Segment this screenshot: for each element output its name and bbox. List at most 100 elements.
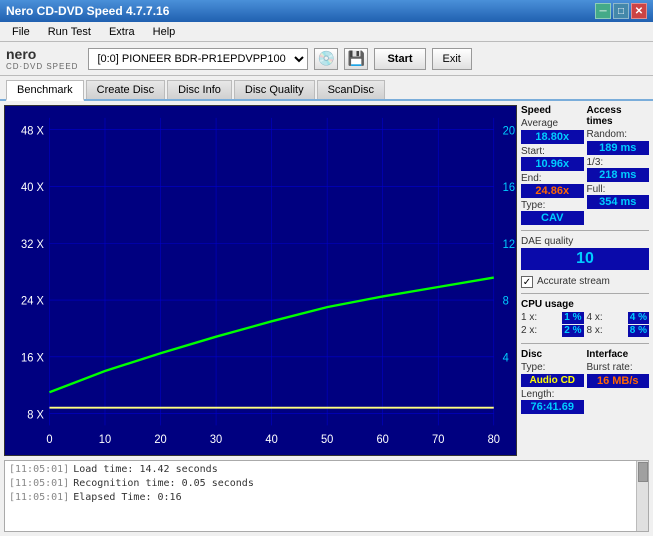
cpu-values: 1 x: 1 % 2 x: 2 % 4 x: 4 % [521, 312, 649, 338]
divider1 [521, 230, 649, 231]
svg-text:40: 40 [265, 434, 277, 446]
close-button[interactable]: ✕ [631, 3, 647, 19]
access-section: Access times Random: 189 ms 1/3: 218 ms … [587, 105, 650, 225]
onethird-label: 1/3: [587, 157, 604, 168]
accurate-stream-row: ✓ Accurate stream [521, 276, 649, 288]
disc-type-label: Type: [521, 362, 584, 373]
cpu-section: CPU usage 1 x: 1 % 2 x: 2 % [521, 299, 649, 338]
log-area: [11:05:01] Load time: 14.42 seconds [11:… [4, 460, 649, 532]
log-text-2: Recognition time: 0.05 seconds [73, 477, 254, 491]
svg-text:16 X: 16 X [21, 352, 44, 364]
svg-text:50: 50 [321, 434, 333, 446]
accurate-stream-label: Accurate stream [537, 276, 610, 287]
menu-file[interactable]: File [4, 24, 38, 40]
start-button[interactable]: Start [374, 48, 425, 70]
svg-text:40 X: 40 X [21, 182, 44, 194]
menu-extra[interactable]: Extra [101, 24, 143, 40]
log-scroll-thumb[interactable] [638, 462, 648, 482]
svg-text:70: 70 [432, 434, 444, 446]
type-label: Type: [521, 200, 545, 211]
content-area: 48 X 40 X 32 X 24 X 16 X 8 X 20 16 12 8 … [0, 101, 653, 460]
type-value: CAV [521, 211, 584, 225]
tab-benchmark[interactable]: Benchmark [6, 80, 84, 101]
save-icon-button[interactable]: 💾 [344, 48, 368, 70]
exit-button[interactable]: Exit [432, 48, 472, 70]
log-text-1: Load time: 14.42 seconds [73, 463, 218, 477]
svg-text:32 X: 32 X [21, 239, 44, 251]
svg-text:24 X: 24 X [21, 295, 44, 307]
menu-bar: File Run Test Extra Help [0, 22, 653, 42]
toolbar: nero CD·DVD SPEED [0:0] PIONEER BDR-PR1E… [0, 42, 653, 76]
access-title: Access times [587, 105, 650, 127]
chart-area: 48 X 40 X 32 X 24 X 16 X 8 X 20 16 12 8 … [4, 105, 517, 456]
average-value: 18.80x [521, 130, 584, 144]
tab-create-disc[interactable]: Create Disc [86, 80, 165, 99]
svg-text:12: 12 [503, 239, 515, 251]
start-value: 10.96x [521, 157, 584, 171]
main-area: Benchmark Create Disc Disc Info Disc Qua… [0, 76, 653, 536]
cpu-2x-val: 2 % [562, 325, 583, 337]
burst-value: 16 MB/s [587, 374, 650, 388]
end-value: 24.86x [521, 184, 584, 198]
nero-logo: nero CD·DVD SPEED [6, 46, 78, 71]
log-time-2: [11:05:01] [9, 477, 69, 491]
log-time-3: [11:05:01] [9, 491, 69, 505]
divider2 [521, 293, 649, 294]
svg-text:0: 0 [46, 434, 52, 446]
menu-help[interactable]: Help [145, 24, 184, 40]
disc-title: Disc [521, 349, 584, 360]
cpu-4x-val: 4 % [628, 312, 649, 324]
start-label: Start: [521, 146, 545, 157]
svg-text:16: 16 [503, 182, 515, 194]
svg-text:10: 10 [99, 434, 111, 446]
random-label: Random: [587, 129, 650, 140]
cpu-col2: 4 x: 4 % 8 x: 8 % [587, 312, 650, 338]
disc-type-value: Audio CD [521, 374, 584, 387]
log-time-1: [11:05:01] [9, 463, 69, 477]
cpu-8x-label: 8 x: [587, 325, 603, 336]
onethird-value: 218 ms [587, 168, 650, 182]
log-line: [11:05:01] Elapsed Time: 0:16 [9, 491, 644, 505]
cpu-1x-val: 1 % [562, 312, 583, 324]
svg-text:80: 80 [488, 434, 500, 446]
log-line: [11:05:01] Recognition time: 0.05 second… [9, 477, 644, 491]
speed-section: Speed Average 18.80x Start: 10.96x End: … [521, 105, 584, 225]
svg-text:48 X: 48 X [21, 125, 44, 137]
average-label: Average [521, 118, 584, 129]
accurate-stream-checkbox[interactable]: ✓ [521, 276, 533, 288]
speed-access-row: Speed Average 18.80x Start: 10.96x End: … [521, 105, 649, 225]
menu-run-test[interactable]: Run Test [40, 24, 99, 40]
svg-text:20: 20 [503, 125, 515, 137]
cpu-8x-val: 8 % [628, 325, 649, 337]
window-title: Nero CD-DVD Speed 4.7.7.16 [6, 4, 169, 18]
window-controls: ─ □ ✕ [595, 3, 647, 19]
maximize-button[interactable]: □ [613, 3, 629, 19]
disc-icon-button[interactable]: 💿 [314, 48, 338, 70]
interface-title: Interface [587, 349, 650, 360]
disc-length-label: Length: [521, 389, 554, 400]
drive-select[interactable]: [0:0] PIONEER BDR-PR1EPDVPP100 1.01 [88, 48, 308, 70]
minimize-button[interactable]: ─ [595, 3, 611, 19]
right-panel: Speed Average 18.80x Start: 10.96x End: … [521, 105, 649, 456]
random-value: 189 ms [587, 141, 650, 155]
cpu-2x-label: 2 x: [521, 325, 537, 336]
full-label: Full: [587, 184, 606, 195]
burst-label: Burst rate: [587, 362, 650, 373]
log-scrollbar[interactable] [636, 461, 648, 531]
tab-bar: Benchmark Create Disc Disc Info Disc Qua… [0, 76, 653, 101]
disc-section: Disc Type: Audio CD Length: 76:41.69 [521, 349, 584, 414]
cpu-col1: 1 x: 1 % 2 x: 2 % [521, 312, 584, 338]
svg-text:30: 30 [210, 434, 222, 446]
nero-logo-sub: CD·DVD SPEED [6, 62, 78, 71]
title-bar: Nero CD-DVD Speed 4.7.7.16 ─ □ ✕ [0, 0, 653, 22]
full-value: 354 ms [587, 195, 650, 209]
tab-disc-info[interactable]: Disc Info [167, 80, 232, 99]
speed-title: Speed [521, 105, 584, 116]
disc-interface-row: Disc Type: Audio CD Length: 76:41.69 Int… [521, 349, 649, 414]
tab-scan-disc[interactable]: ScanDisc [317, 80, 385, 99]
log-content: [11:05:01] Load time: 14.42 seconds [11:… [5, 461, 648, 507]
svg-text:20: 20 [154, 434, 166, 446]
dae-section: DAE quality 10 [521, 236, 649, 270]
dae-value: 10 [521, 248, 649, 270]
tab-disc-quality[interactable]: Disc Quality [234, 80, 315, 99]
